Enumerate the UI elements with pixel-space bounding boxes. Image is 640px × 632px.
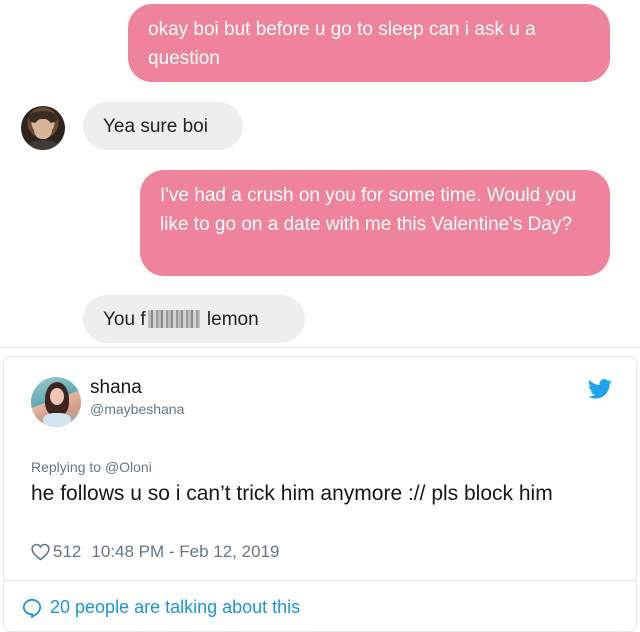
speech-bubble-icon (22, 598, 42, 618)
censor-blur (147, 310, 200, 328)
replying-to-label: Replying to (31, 459, 105, 475)
user-avatar[interactable] (31, 377, 81, 427)
tweet-meta: 512 10:48 PM - Feb 12, 2019 (31, 542, 279, 562)
contact-avatar (21, 106, 65, 150)
message-outgoing: I've had a crush on you for some time. W… (140, 170, 610, 276)
message-incoming: Yea sure boi (83, 102, 243, 150)
message-text: Yea sure boi (103, 116, 208, 137)
twitter-bird-icon[interactable] (588, 379, 612, 399)
replying-to-handle[interactable]: @Oloni (105, 459, 152, 475)
tweet-text: he follows u so i can’t trick him anymor… (31, 482, 553, 505)
message-text-after: lemon (206, 309, 259, 330)
message-outgoing: okay boi but before u go to sleep can i … (128, 4, 610, 82)
heart-icon[interactable] (31, 543, 50, 561)
tweet-card: shana @maybeshana Replying to @Oloni he … (3, 356, 637, 632)
divider (0, 347, 640, 348)
chat-thread: okay boi but before u go to sleep can i … (0, 0, 640, 348)
message-text: okay boi but before u go to sleep can i … (148, 19, 536, 69)
message-text-before: You f (103, 309, 146, 330)
user-handle[interactable]: @maybeshana (90, 401, 184, 417)
talking-text: 20 people are talking about this (50, 597, 301, 617)
message-text: I've had a crush on you for some time. W… (160, 185, 577, 235)
conversation-link[interactable]: 20 people are talking about this (22, 597, 300, 618)
like-count[interactable]: 512 (53, 542, 81, 562)
divider (4, 580, 636, 581)
message-incoming: You f lemon (83, 295, 305, 343)
tweet-timestamp[interactable]: 10:48 PM - Feb 12, 2019 (91, 542, 279, 562)
replying-to: Replying to @Oloni (31, 459, 152, 475)
user-name[interactable]: shana (90, 377, 142, 399)
